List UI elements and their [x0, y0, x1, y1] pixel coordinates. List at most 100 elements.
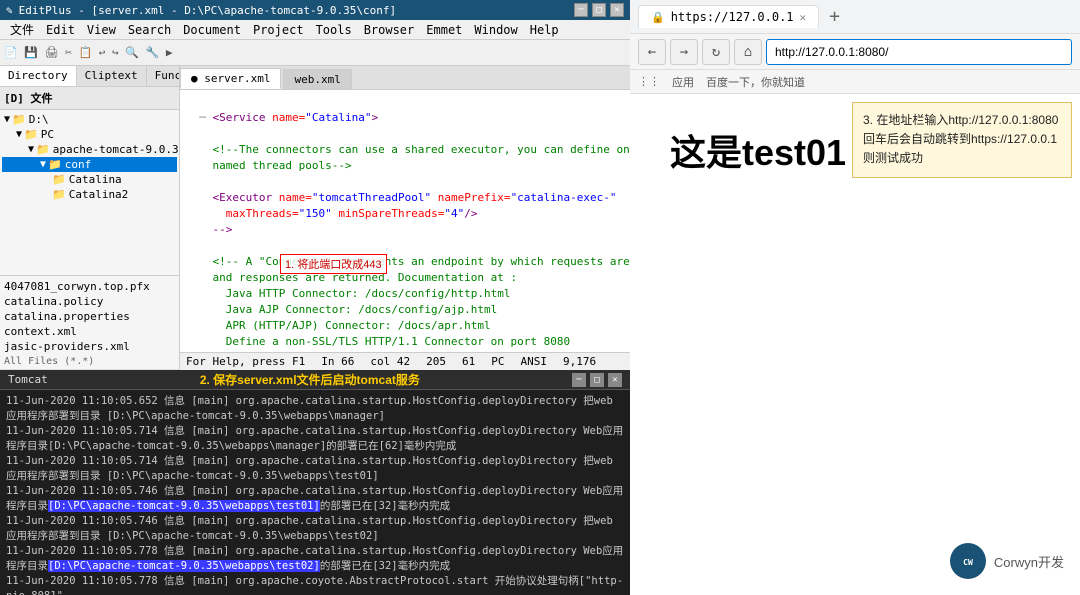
tomcat-maximize[interactable]: □: [590, 373, 604, 387]
tree-label: PC: [41, 128, 54, 141]
tree-item-catalina2[interactable]: 📁 Catalina2: [2, 187, 177, 202]
tab-web-xml[interactable]: web.xml: [283, 69, 351, 89]
menu-emmet[interactable]: Emmet: [420, 22, 468, 38]
sidebar-tab-functions[interactable]: Functions: [147, 66, 180, 86]
tree-arrow[interactable]: ▼: [28, 144, 34, 155]
sidebar-label: [D] 文件: [0, 87, 179, 110]
tomcat-titlebar: Tomcat 2. 保存server.xml文件后启动tomcat服务 ─ □ …: [0, 370, 630, 390]
editor-tabs: ● server.xml web.xml: [180, 66, 630, 90]
sidebar-tree: ▼ 📁 D:\ ▼ 📁 PC ▼ 📁 apache-tomcat-9.0.35: [0, 110, 179, 275]
browser-tab-label: https://127.0.0.1: [671, 10, 794, 24]
home-button[interactable]: ⌂: [734, 39, 762, 65]
browser-content: 这是test01 3. 在地址栏输入http://127.0.0.1:8080回…: [630, 94, 1080, 595]
col-info: col 42: [370, 355, 410, 368]
menu-view[interactable]: View: [81, 22, 122, 38]
tab-close-icon[interactable]: ✕: [800, 11, 807, 24]
menu-browser[interactable]: Browser: [358, 22, 421, 38]
log-line: 11-Jun-2020 11:10:05.778 信息 [main] org.a…: [6, 574, 624, 595]
editplus-window: ✎ EditPlus - [server.xml - D:\PC\apache-…: [0, 0, 630, 370]
code-line: Java AJP Connector: /docs/config/ajp.htm…: [186, 303, 497, 316]
svg-text:CW: CW: [963, 558, 973, 567]
tree-item-pc[interactable]: ▼ 📁 PC: [2, 127, 177, 142]
lock-icon: 🔒: [651, 11, 665, 24]
window-controls[interactable]: ─ □ ✕: [574, 3, 624, 17]
back-button[interactable]: ←: [638, 39, 666, 65]
url-input[interactable]: [766, 39, 1072, 65]
tree-item-conf[interactable]: ▼ 📁 conf: [2, 157, 177, 172]
file-item-context[interactable]: context.xml: [0, 324, 179, 339]
sidebar-tab-directory[interactable]: Directory: [0, 66, 77, 86]
log-line: 11-Jun-2020 11:10:05.746 信息 [main] org.a…: [6, 514, 624, 544]
file-item-pfx[interactable]: 4047081_corwyn.top.pfx: [0, 279, 179, 294]
editor-content: ─ <Service name="Catalina"> <!--The conn…: [180, 90, 630, 352]
tree-item-tomcat[interactable]: ▼ 📁 apache-tomcat-9.0.35: [2, 142, 177, 157]
folder-icon: 📁: [48, 158, 62, 171]
code-line: Java HTTP Connector: /docs/config/http.h…: [186, 287, 511, 300]
menu-tools[interactable]: Tools: [310, 22, 358, 38]
maximize-button[interactable]: □: [592, 3, 606, 17]
forward-button[interactable]: →: [670, 39, 698, 65]
menu-file[interactable]: 文件: [4, 20, 40, 39]
menu-document[interactable]: Document: [177, 22, 247, 38]
tomcat-close[interactable]: ✕: [608, 373, 622, 387]
tomcat-minimize[interactable]: ─: [572, 373, 586, 387]
browser-tab-active[interactable]: 🔒 https://127.0.0.1 ✕: [638, 5, 819, 28]
sidebar-tabs: Directory Cliptext Functions: [0, 66, 179, 87]
bookmarks-icon: ⋮⋮: [638, 75, 660, 88]
tree-label: apache-tomcat-9.0.35: [53, 143, 179, 156]
tree-arrow[interactable]: ▼: [40, 159, 46, 170]
file-item-jasic[interactable]: jasic-providers.xml: [0, 339, 179, 354]
refresh-button[interactable]: ↻: [702, 39, 730, 65]
code-editor[interactable]: ─ <Service name="Catalina"> <!--The conn…: [180, 90, 630, 352]
file-item-policy[interactable]: catalina.policy: [0, 294, 179, 309]
sidebar: Directory Cliptext Functions [D] 文件 ▼ 📁 …: [0, 66, 180, 370]
menu-window[interactable]: Window: [468, 22, 523, 38]
file-size: 9,176: [563, 355, 596, 368]
tab-server-xml[interactable]: ● server.xml: [180, 68, 281, 89]
tomcat-window: Tomcat 2. 保存server.xml文件后启动tomcat服务 ─ □ …: [0, 370, 630, 595]
menu-bar: 文件 Edit View Search Document Project Too…: [0, 20, 630, 40]
stat-num2: 61: [462, 355, 475, 368]
tree-label: Catalina2: [69, 188, 129, 201]
watermark: CW Corwyn开发: [950, 543, 1064, 579]
files-filter-label: All Files (*.*): [0, 354, 179, 370]
menu-search[interactable]: Search: [122, 22, 177, 38]
toolbar-icons: 📄 💾 🖨 ✂ 📋 ↩ ↪ 🔍 🔧 ▶: [4, 46, 173, 59]
folder-icon: 📁: [52, 173, 66, 186]
sidebar-tab-cliptext[interactable]: Cliptext: [77, 66, 147, 86]
tree-arrow[interactable]: ▼: [4, 114, 10, 125]
folder-icon: 📁: [24, 128, 38, 141]
code-line: <!-- A "Connector" represents an endpoin…: [186, 255, 630, 268]
bookmarks-bar: ⋮⋮ 应用 百度一下，你就知道: [630, 70, 1080, 94]
new-tab-button[interactable]: +: [823, 6, 846, 27]
menu-help[interactable]: Help: [524, 22, 565, 38]
folder-icon: 📁: [52, 188, 66, 201]
folder-icon: 📁: [12, 113, 26, 126]
editplus-titlebar: ✎ EditPlus - [server.xml - D:\PC\apache-…: [0, 0, 630, 20]
code-line: maxThreads="150" minSpareThreads="4"/>: [186, 207, 477, 220]
close-button[interactable]: ✕: [610, 3, 624, 17]
log-line: 11-Jun-2020 11:10:05.714 信息 [main] org.a…: [6, 424, 624, 454]
code-line: APR (HTTP/AJP) Connector: /docs/apr.html: [186, 319, 491, 332]
step1-annotation: 1. 将此端口改成443: [280, 254, 387, 274]
tree-item-catalina[interactable]: 📁 Catalina: [2, 172, 177, 187]
code-line: <Executor name="tomcatThreadPool" namePr…: [186, 191, 617, 204]
step2-label: 2. 保存server.xml文件后启动tomcat服务: [200, 371, 420, 388]
file-item-properties[interactable]: catalina.properties: [0, 309, 179, 324]
tree-label: D:\: [29, 113, 49, 126]
minimize-button[interactable]: ─: [574, 3, 588, 17]
tomcat-controls[interactable]: ─ □ ✕: [572, 373, 622, 387]
code-line: Define a non-SSL/TLS HTTP/1.1 Connector …: [186, 335, 570, 348]
menu-edit[interactable]: Edit: [40, 22, 81, 38]
logo-svg: CW: [953, 546, 983, 576]
tree-item-drive[interactable]: ▼ 📁 D:\: [2, 112, 177, 127]
tree-arrow[interactable]: ▼: [16, 129, 22, 140]
tree-label: conf: [65, 158, 92, 171]
editor-area: ● server.xml web.xml ─ <Service name="Ca…: [180, 66, 630, 370]
browser-toolbar: ← → ↻ ⌂: [630, 34, 1080, 70]
charset: ANSI: [520, 355, 547, 368]
bookmark-baidu[interactable]: 百度一下，你就知道: [706, 74, 805, 90]
bookmark-apps[interactable]: 应用: [672, 74, 694, 90]
code-line: -->: [186, 223, 232, 236]
menu-project[interactable]: Project: [247, 22, 310, 38]
